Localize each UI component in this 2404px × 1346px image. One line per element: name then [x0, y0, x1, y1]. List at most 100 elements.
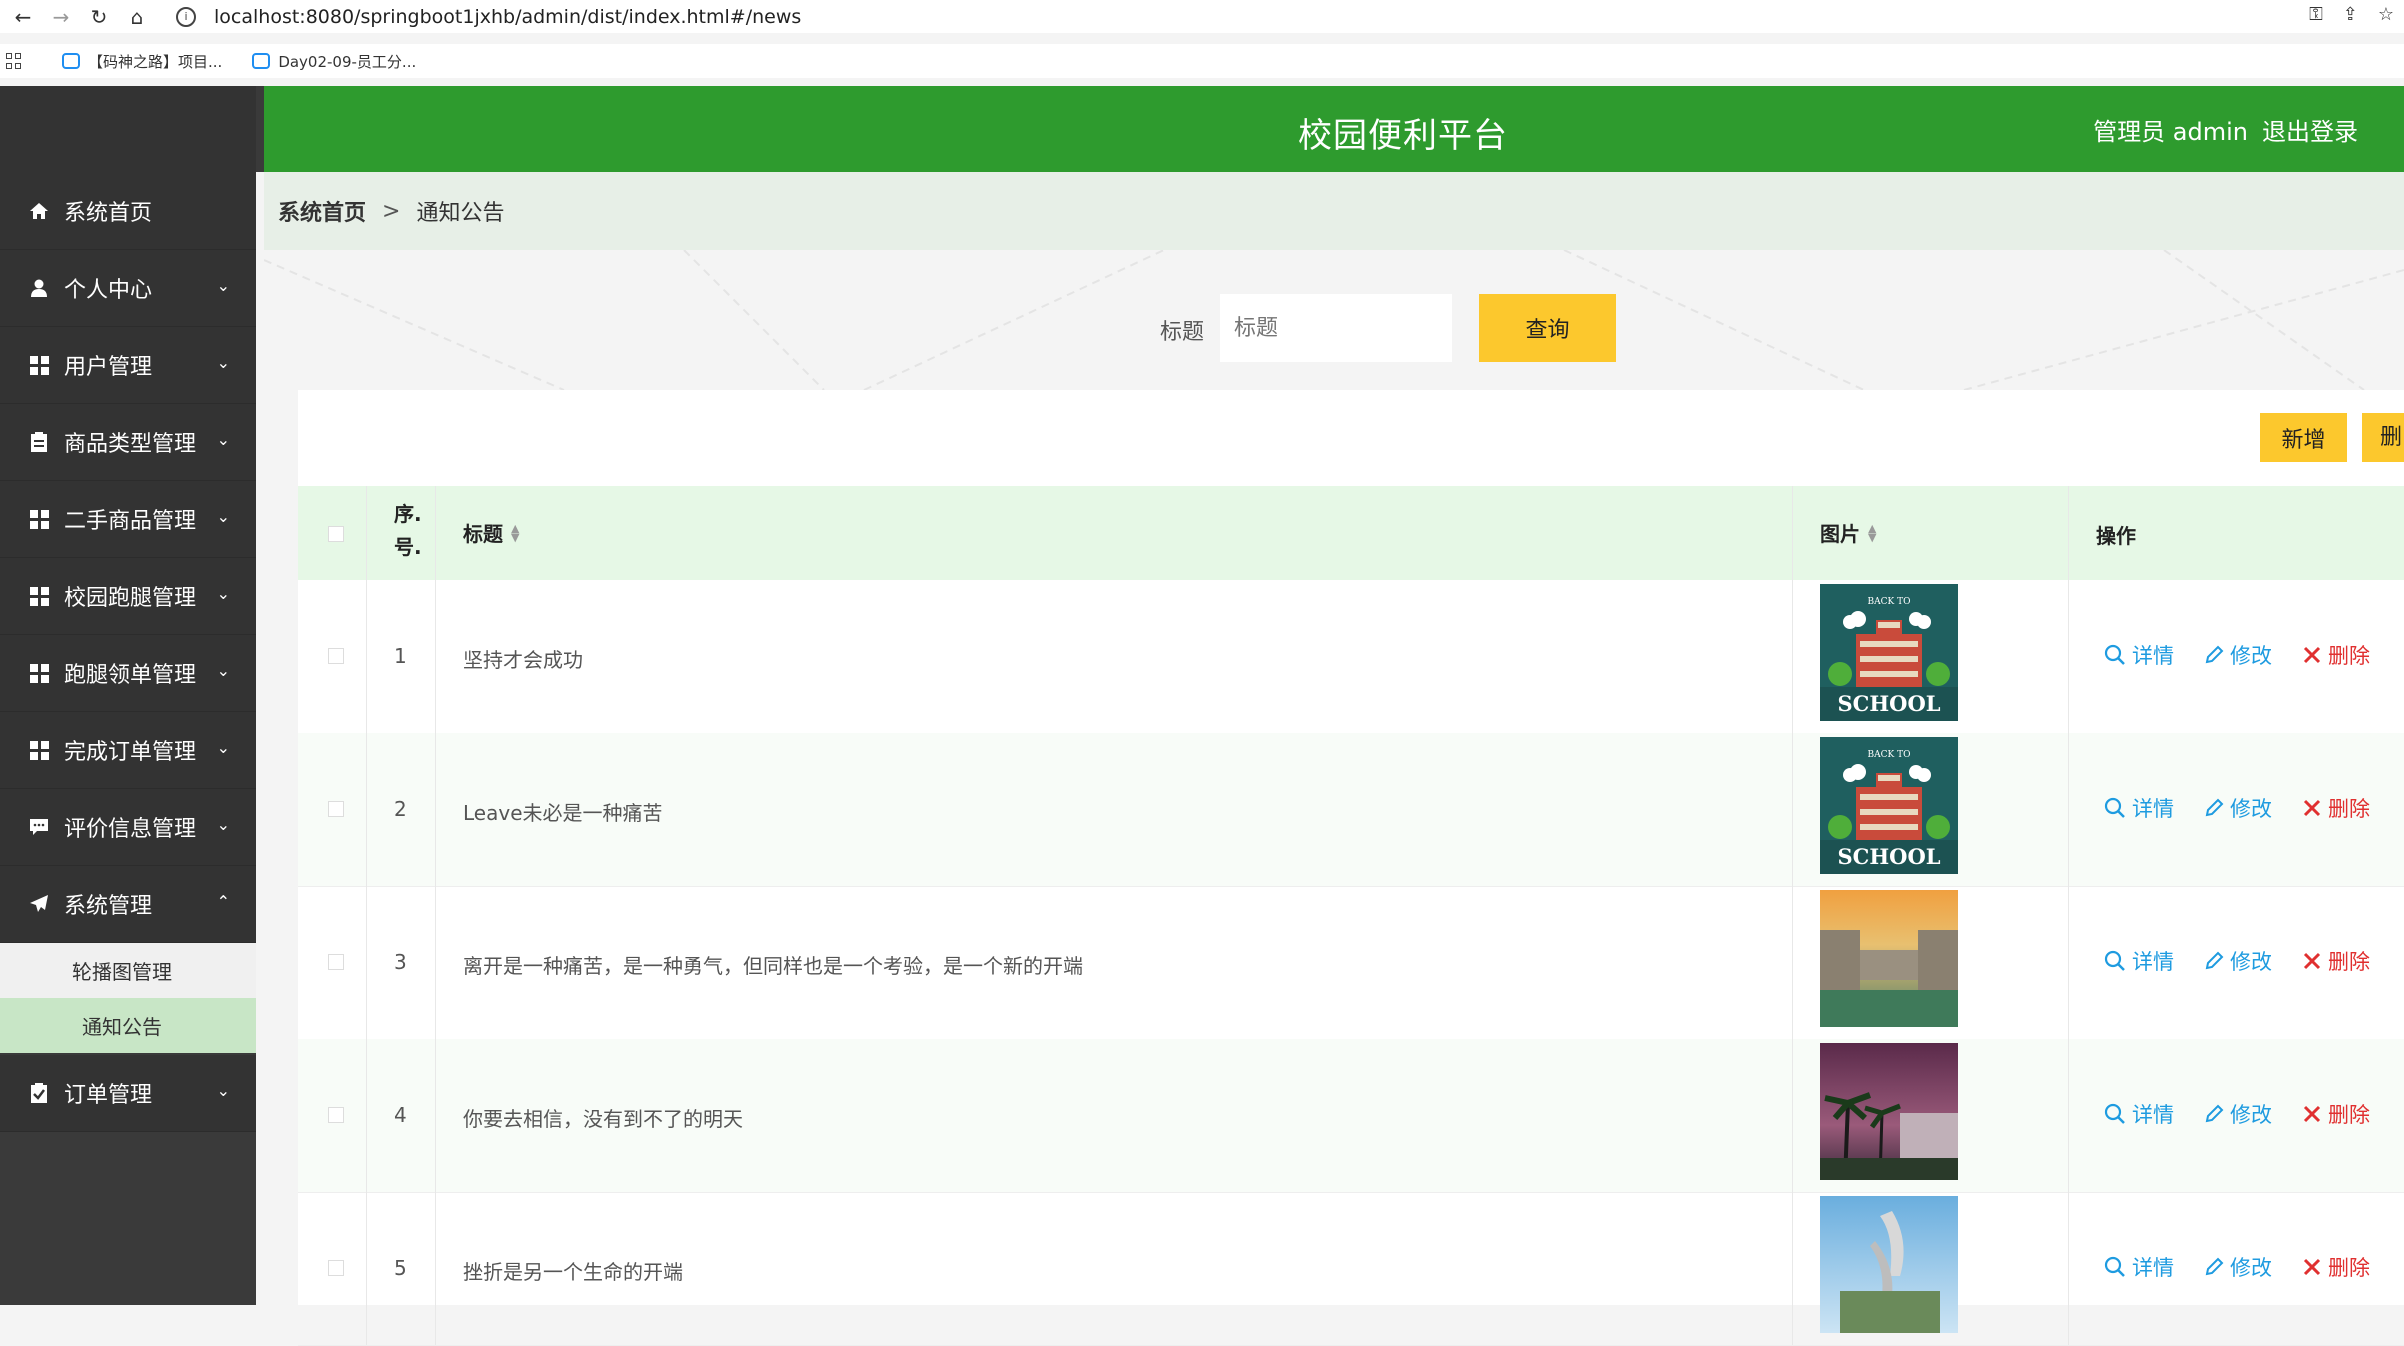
sidebar-item-used-goods[interactable]: 二手商品管理 ⌄ — [0, 481, 256, 558]
sidebar-item-finished-orders[interactable]: 完成订单管理 ⌄ — [0, 712, 256, 789]
row-title: 离开是一种痛苦，是一种勇气，但同样也是一个考验，是一个新的开端 — [463, 954, 1083, 978]
edit-button[interactable]: 修改 — [2204, 1252, 2272, 1282]
detail-button[interactable]: 详情 — [2104, 946, 2174, 976]
star-icon[interactable]: ☆ — [2378, 4, 2394, 25]
forward-icon[interactable]: → — [46, 2, 76, 32]
apps-icon[interactable] — [6, 53, 22, 69]
info-icon[interactable]: i — [176, 6, 196, 27]
column-header-title[interactable]: 标题 ▲ ▼ — [463, 518, 519, 547]
browser-toolbar: ← → ↻ ⌂ i localhost:8080/springboot1jxhb… — [0, 0, 2404, 33]
school-arc-text: BACK TO — [1868, 597, 1911, 607]
sidebar-item-orders[interactable]: 订单管理 ⌄ — [0, 1055, 256, 1132]
detail-button[interactable]: 详情 — [2104, 1252, 2174, 1282]
row-checkbox[interactable] — [328, 648, 344, 664]
detail-button[interactable]: 详情 — [2104, 640, 2174, 670]
row-title: Leave未必是一种痛苦 — [463, 801, 663, 825]
back-icon[interactable]: ← — [8, 2, 38, 32]
bookmarks-bar: 【码神之路】项目... Day02-09-员工分... — [0, 44, 2404, 78]
submenu-item-carousel[interactable]: 轮播图管理 — [0, 943, 256, 998]
home-icon[interactable]: ⌂ — [122, 2, 152, 32]
key-icon[interactable]: ⚿ — [2309, 4, 2323, 25]
sidebar-item-users[interactable]: 用户管理 ⌄ — [0, 327, 256, 404]
detail-button[interactable]: 详情 — [2104, 793, 2174, 823]
row-checkbox[interactable] — [328, 954, 344, 970]
search-label: 标题 — [1160, 320, 1205, 345]
row-title: 挫折是另一个生命的开端 — [463, 1260, 683, 1284]
share-icon[interactable]: ⇪ — [2343, 4, 2358, 25]
row-checkbox[interactable] — [328, 801, 344, 817]
row-checkbox[interactable] — [328, 1107, 344, 1123]
chevron-down-icon: ⌄ — [216, 661, 230, 680]
sidebar-item-personal[interactable]: 个人中心 ⌄ — [0, 250, 256, 327]
column-header-label: 标题 — [463, 522, 503, 546]
sidebar-item-label: 用户管理 — [64, 355, 153, 380]
submenu-item-notice[interactable]: 通知公告 — [0, 998, 256, 1053]
row-image — [1820, 1043, 1958, 1181]
sidebar-item-errand-orders[interactable]: 跑腿领单管理 ⌄ — [0, 635, 256, 712]
search-icon — [2104, 1103, 2125, 1124]
table-row: 1 坚持才会成功 BACK TO SCHOOL 详情 修改 删除 — [298, 580, 2404, 734]
add-button[interactable]: 新增 — [2260, 413, 2347, 462]
system-submenu: 轮播图管理 通知公告 — [0, 943, 256, 1053]
sidebar-item-label: 校园跑腿管理 — [64, 586, 197, 611]
row-image: BACK TO SCHOOL — [1820, 737, 1958, 874]
logout-link[interactable]: 退出登录 — [2262, 112, 2358, 147]
comment-icon — [28, 816, 50, 838]
delete-button[interactable]: 删除 — [2302, 1252, 2370, 1282]
edit-button[interactable]: 修改 — [2204, 793, 2272, 823]
sort-icon[interactable]: ▲ ▼ — [511, 523, 519, 543]
bookmark-item[interactable]: 【码神之路】项目... — [62, 51, 222, 72]
column-header-image[interactable]: 图片 ▲ ▼ — [1820, 518, 1876, 547]
close-icon — [2303, 1258, 2321, 1276]
chevron-down-icon: ⌄ — [216, 584, 230, 603]
delete-label: 删除 — [2328, 644, 2370, 668]
edit-button[interactable]: 修改 — [2204, 640, 2272, 670]
delete-button[interactable]: 删除 — [2302, 640, 2370, 670]
sidebar-item-system[interactable]: 系统管理 ⌃ — [0, 866, 256, 943]
query-button[interactable]: 查询 — [1479, 294, 1616, 362]
header-divider — [256, 86, 264, 172]
close-icon — [2303, 799, 2321, 817]
edit-button[interactable]: 修改 — [2204, 946, 2272, 976]
edit-icon — [2205, 951, 2224, 970]
reload-icon[interactable]: ↻ — [84, 2, 114, 32]
column-header-label: 图片 — [1820, 522, 1860, 546]
sidebar-item-reviews[interactable]: 评价信息管理 ⌄ — [0, 789, 256, 866]
sidebar-item-label: 完成订单管理 — [64, 740, 197, 765]
delete-button[interactable]: 删除 — [2302, 1099, 2370, 1129]
delete-button[interactable]: 删除 — [2302, 793, 2370, 823]
grid-icon — [28, 354, 50, 376]
column-header-index: 序. 号. — [394, 502, 422, 559]
column-header-ops: 操作 — [2096, 524, 2136, 548]
table-row: 4 你要去相信，没有到不了的明天 详情 修改 删除 — [298, 1039, 2404, 1193]
detail-button[interactable]: 详情 — [2104, 1099, 2174, 1129]
detail-label: 详情 — [2132, 644, 2174, 668]
breadcrumb-home[interactable]: 系统首页 — [278, 195, 366, 227]
home-icon — [28, 200, 50, 222]
sidebar-item-label: 系统首页 — [64, 201, 153, 226]
chevron-down-icon: ⌄ — [216, 507, 230, 526]
delete-button[interactable]: 删除 — [2302, 946, 2370, 976]
title-search-input[interactable] — [1220, 294, 1452, 362]
sort-icon[interactable]: ▲ ▼ — [1868, 523, 1876, 543]
batch-delete-button[interactable]: 删 — [2362, 413, 2404, 462]
table-row: 3 离开是一种痛苦，是一种勇气，但同样也是一个考验，是一个新的开端 详情 修改 … — [298, 886, 2404, 1040]
row-image — [1820, 1196, 1958, 1333]
sidebar-item-home[interactable]: 系统首页 — [0, 173, 256, 250]
sidebar-item-label: 评价信息管理 — [64, 817, 197, 842]
bookmark-item[interactable]: Day02-09-员工分... — [252, 51, 416, 72]
sidebar-item-errand[interactable]: 校园跑腿管理 ⌄ — [0, 558, 256, 635]
edit-button[interactable]: 修改 — [2204, 1099, 2272, 1129]
url-text: localhost:8080/springboot1jxhb/admin/dis… — [214, 5, 802, 28]
row-image — [1820, 890, 1958, 1027]
address-bar[interactable]: i localhost:8080/springboot1jxhb/admin/d… — [176, 2, 2276, 31]
sidebar-item-goods-type[interactable]: 商品类型管理 ⌄ — [0, 404, 256, 481]
close-icon — [2303, 952, 2321, 970]
chevron-down-icon: ⌄ — [216, 430, 230, 449]
row-checkbox[interactable] — [328, 1260, 344, 1276]
detail-label: 详情 — [2132, 797, 2174, 821]
select-all-checkbox[interactable] — [328, 526, 344, 542]
sidebar-item-label: 二手商品管理 — [64, 509, 197, 534]
grid-icon — [28, 585, 50, 607]
bookmark-label: Day02-09-员工分... — [278, 52, 417, 71]
